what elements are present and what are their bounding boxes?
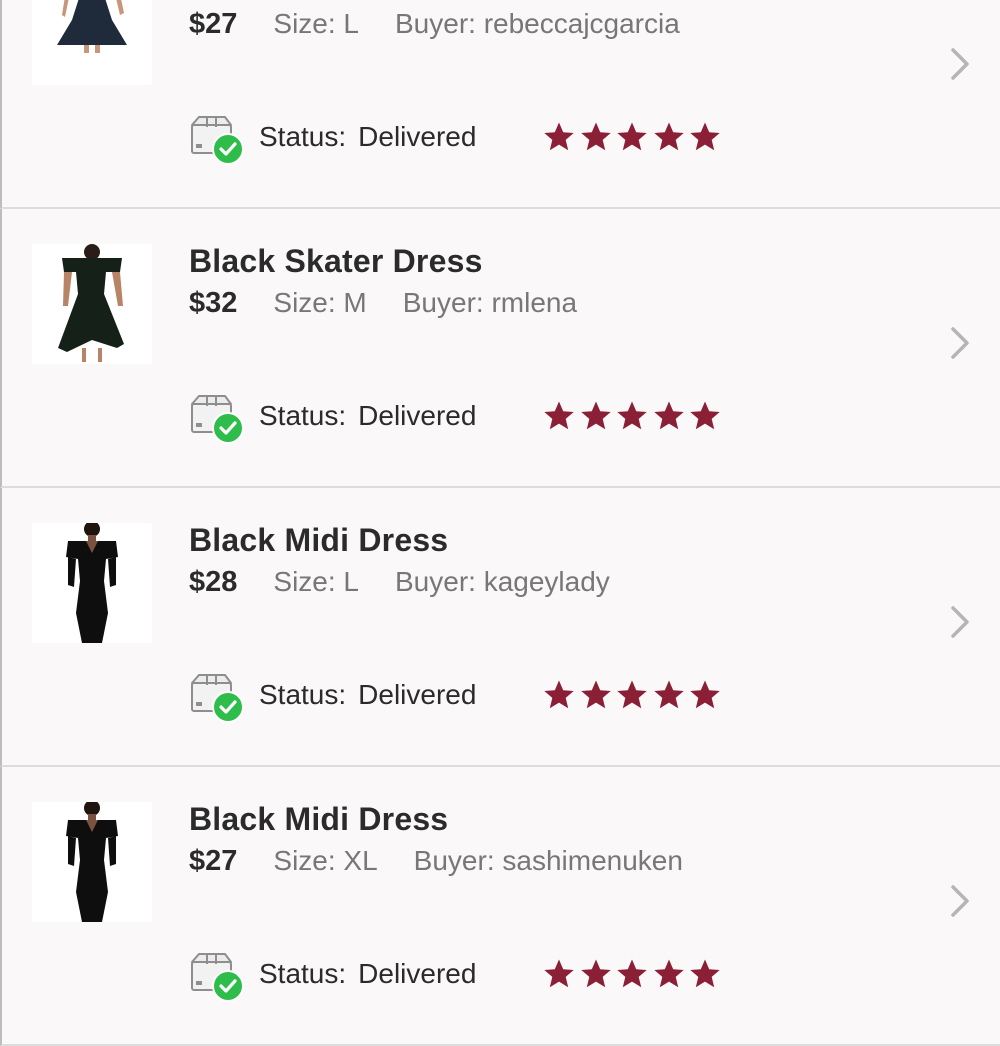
order-buyer: Buyer: rebeccajcgarcia — [395, 8, 680, 39]
star-icon — [616, 121, 648, 153]
status-value: Delivered — [358, 400, 477, 431]
status-label: Status: — [259, 121, 347, 152]
rating-stars — [543, 121, 726, 153]
order-size: Size: L — [273, 566, 359, 597]
star-icon — [689, 400, 721, 432]
star-icon — [580, 121, 612, 153]
delivered-box-icon — [189, 115, 245, 165]
order-price: $28 — [189, 565, 238, 598]
rating-stars — [543, 679, 726, 711]
order-meta: $27 Size: L Buyer: rebeccajcgarcia — [189, 6, 680, 42]
order-buyer: Buyer: sashimenuken — [413, 845, 683, 876]
order-meta: $28 Size: L Buyer: kageylady — [189, 564, 610, 600]
star-icon — [543, 121, 575, 153]
status-row: Status: Delivered — [189, 673, 726, 723]
order-title: Black Midi Dress — [189, 522, 449, 558]
status-label: Status: — [259, 400, 347, 431]
star-icon — [616, 958, 648, 990]
rating-stars — [543, 400, 726, 432]
dress-midi-thumbnail[interactable] — [32, 802, 152, 922]
order-price: $32 — [189, 286, 238, 319]
order-title: Black Skater Dress — [189, 243, 483, 279]
order-price: $27 — [189, 844, 238, 877]
order-row[interactable]: $27 Size: L Buyer: rebeccajcgarcia Status: D… — [0, 0, 1000, 209]
star-icon — [653, 679, 685, 711]
star-icon — [543, 679, 575, 711]
status-label: Status: — [259, 679, 347, 710]
status-text: Status: Delivered — [259, 679, 543, 711]
order-meta: $32 Size: M Buyer: rmlena — [189, 285, 577, 321]
star-icon — [543, 958, 575, 990]
star-icon — [580, 679, 612, 711]
star-icon — [653, 400, 685, 432]
star-icon — [653, 121, 685, 153]
star-icon — [580, 400, 612, 432]
order-row[interactable]: Black Skater Dress $32 Size: M Buyer: rmlen… — [0, 209, 1000, 488]
star-icon — [543, 400, 575, 432]
status-text: Status: Delivered — [259, 400, 543, 432]
status-label: Status: — [259, 958, 347, 989]
chevron-right-icon[interactable] — [944, 602, 974, 642]
status-row: Status: Delivered — [189, 394, 726, 444]
delivered-box-icon — [189, 673, 245, 723]
dress-skater-thumbnail[interactable] — [32, 244, 152, 364]
chevron-right-icon[interactable] — [944, 44, 974, 84]
order-price: $27 — [189, 7, 238, 40]
dress-midi-thumbnail[interactable] — [32, 523, 152, 643]
order-size: Size: XL — [273, 845, 378, 876]
orders-list: $27 Size: L Buyer: rebeccajcgarcia Status: D… — [0, 0, 1000, 1046]
delivered-box-icon — [189, 394, 245, 444]
star-icon — [689, 679, 721, 711]
dress-fit-flare-thumbnail[interactable] — [32, 0, 152, 85]
order-meta: $27 Size: XL Buyer: sashimenuken — [189, 843, 683, 879]
status-value: Delivered — [358, 679, 477, 710]
status-text: Status: Delivered — [259, 121, 543, 153]
order-size: Size: L — [273, 8, 359, 39]
delivered-box-icon — [189, 952, 245, 1002]
status-value: Delivered — [358, 958, 477, 989]
chevron-right-icon[interactable] — [944, 881, 974, 921]
star-icon — [616, 400, 648, 432]
star-icon — [689, 121, 721, 153]
order-row[interactable]: Black Midi Dress $28 Size: L Buyer: kageyla… — [0, 488, 1000, 767]
order-size: Size: M — [273, 287, 367, 318]
rating-stars — [543, 958, 726, 990]
status-row: Status: Delivered — [189, 952, 726, 1002]
star-icon — [616, 679, 648, 711]
star-icon — [580, 958, 612, 990]
status-row: Status: Delivered — [189, 115, 726, 165]
order-row[interactable]: Black Midi Dress $27 Size: XL Buyer: sashim… — [0, 767, 1000, 1046]
status-text: Status: Delivered — [259, 958, 543, 990]
order-title: Black Midi Dress — [189, 801, 449, 837]
order-buyer: Buyer: rmlena — [402, 287, 578, 318]
order-buyer: Buyer: kageylady — [395, 566, 610, 597]
star-icon — [653, 958, 685, 990]
star-icon — [689, 958, 721, 990]
chevron-right-icon[interactable] — [944, 323, 974, 363]
status-value: Delivered — [358, 121, 477, 152]
